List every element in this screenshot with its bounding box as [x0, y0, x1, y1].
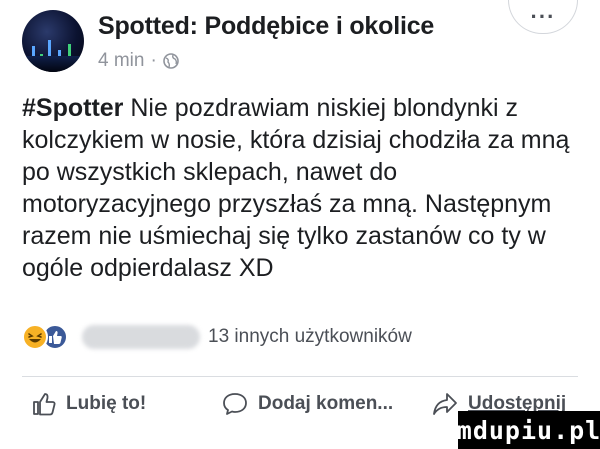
divider — [22, 376, 578, 377]
more-icon: ··· — [530, 3, 556, 29]
reactors-count[interactable]: 13 innych użytkowników — [208, 326, 412, 348]
comment-icon — [223, 393, 247, 415]
reactions-bar[interactable]: 13 innych użytkowników — [22, 322, 412, 352]
watermark-logo: mdupiu.pl — [457, 411, 600, 449]
post-text: #Spotter Nie pozdrawiam niskiej blondynk… — [22, 92, 587, 284]
meta-separator: · — [150, 50, 157, 71]
post-time[interactable]: 4 min — [98, 50, 144, 72]
comment-label: Dodaj komen... — [258, 393, 394, 414]
like-label: Lubię to! — [66, 393, 147, 414]
post-meta: 4 min · — [98, 50, 179, 72]
comment-button[interactable]: Dodaj komen... — [222, 392, 393, 416]
hashtag-link[interactable]: #Spotter — [22, 94, 123, 122]
share-icon — [433, 393, 457, 415]
like-button[interactable]: Lubię to! — [32, 392, 146, 416]
thumbs-up-icon — [33, 393, 56, 416]
globe-icon — [162, 53, 179, 69]
haha-reaction-icon — [22, 324, 48, 350]
reactor-names-blurred — [82, 325, 200, 349]
page-name-link[interactable]: Spotted: Poddębice i okolice — [98, 12, 434, 41]
page-avatar[interactable] — [22, 10, 84, 72]
post-body: Nie pozdrawiam niskiej blondynki z kolcz… — [22, 94, 570, 282]
